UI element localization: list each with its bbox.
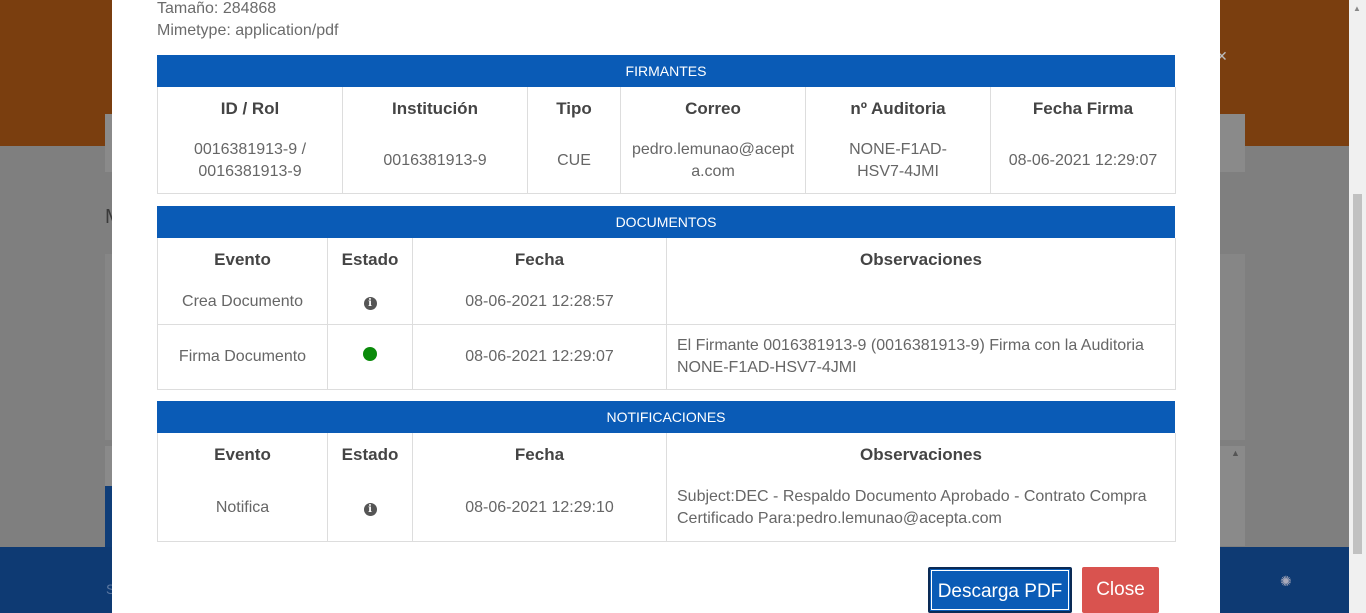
column-header: Observaciones <box>666 238 1176 280</box>
institucion-cell: 0016381913-9 <box>342 129 528 194</box>
fecha-cell: 08-06-2021 12:29:10 <box>412 475 667 542</box>
table-row: Crea Documento i 08-06-2021 12:28:57 <box>157 280 1176 325</box>
documentos-section: DOCUMENTOS Evento Estado Fecha Observaci… <box>157 206 1176 390</box>
notificaciones-table: Evento Estado Fecha Observaciones Notifi… <box>157 433 1176 542</box>
fecha-cell: 08-06-2021 12:28:57 <box>412 280 667 325</box>
column-header: Observaciones <box>666 433 1176 475</box>
estado-cell: i <box>327 475 413 542</box>
observaciones-cell: Subject:DEC - Respaldo Documento Aprobad… <box>666 475 1176 542</box>
download-pdf-button[interactable]: Descarga PDF <box>928 567 1072 613</box>
documentos-table: Evento Estado Fecha Observaciones Crea D… <box>157 238 1176 390</box>
firmantes-section: FIRMANTES ID / Rol Institución Tipo Corr… <box>157 55 1176 194</box>
column-header: Estado <box>327 238 413 280</box>
column-header: Tipo <box>527 87 621 129</box>
documentos-header: DOCUMENTOS <box>157 206 1175 238</box>
fecha-firma-cell: 08-06-2021 12:29:07 <box>990 129 1176 194</box>
column-header: Fecha <box>412 238 667 280</box>
column-header: Institución <box>342 87 528 129</box>
table-row: Firma Documento 08-06-2021 12:29:07 El F… <box>157 324 1176 390</box>
scroll-thumb[interactable] <box>1353 194 1362 554</box>
estado-cell: i <box>327 280 413 325</box>
estado-cell <box>327 324 413 390</box>
correo-cell: pedro.lemunao@acepta.com <box>620 129 806 194</box>
column-header: Evento <box>157 433 328 475</box>
column-header: ID / Rol <box>157 87 343 129</box>
column-header: Estado <box>327 433 413 475</box>
column-header: Correo <box>620 87 806 129</box>
notificaciones-header: NOTIFICACIONES <box>157 401 1175 433</box>
tipo-cell: CUE <box>527 129 621 194</box>
evento-cell: Notifica <box>157 475 328 542</box>
column-header: Fecha <box>412 433 667 475</box>
evento-cell: Firma Documento <box>157 324 328 390</box>
evento-cell: Crea Documento <box>157 280 328 325</box>
table-row: 0016381913-9 / 0016381913-9 0016381913-9… <box>157 129 1176 194</box>
table-row: Notifica i 08-06-2021 12:29:10 Subject:D… <box>157 475 1176 542</box>
close-button[interactable]: Close <box>1082 567 1159 613</box>
green-dot-icon <box>363 346 377 361</box>
info-icon: i <box>363 502 377 516</box>
observaciones-cell <box>666 280 1176 325</box>
file-size: Tamaño: 284868 <box>157 0 277 17</box>
column-header: nº Auditoria <box>805 87 991 129</box>
notificaciones-section: NOTIFICACIONES Evento Estado Fecha Obser… <box>157 401 1176 542</box>
file-mimetype: Mimetype: application/pdf <box>157 22 339 39</box>
page-scrollbar[interactable]: ▲ <box>1349 0 1366 613</box>
column-header: Fecha Firma <box>990 87 1176 129</box>
info-icon: i <box>363 296 377 310</box>
audit-modal: Tamaño: 284868 Mimetype: application/pdf… <box>112 0 1220 613</box>
id-rol-cell: 0016381913-9 / 0016381913-9 <box>157 129 343 194</box>
scroll-up-arrow-icon[interactable]: ▲ <box>1353 4 1361 13</box>
spinner-icon: ✺ <box>1280 573 1292 589</box>
observaciones-cell: El Firmante 0016381913-9 (0016381913-9) … <box>666 324 1176 390</box>
firmantes-table: ID / Rol Institución Tipo Correo nº Audi… <box>157 87 1176 194</box>
fecha-cell: 08-06-2021 12:29:07 <box>412 324 667 390</box>
column-header: Evento <box>157 238 328 280</box>
firmantes-header: FIRMANTES <box>157 55 1175 87</box>
auditoria-cell: NONE-F1AD-HSV7-4JMI <box>805 129 991 194</box>
background-arrow-icon: ▲ <box>1231 448 1240 458</box>
